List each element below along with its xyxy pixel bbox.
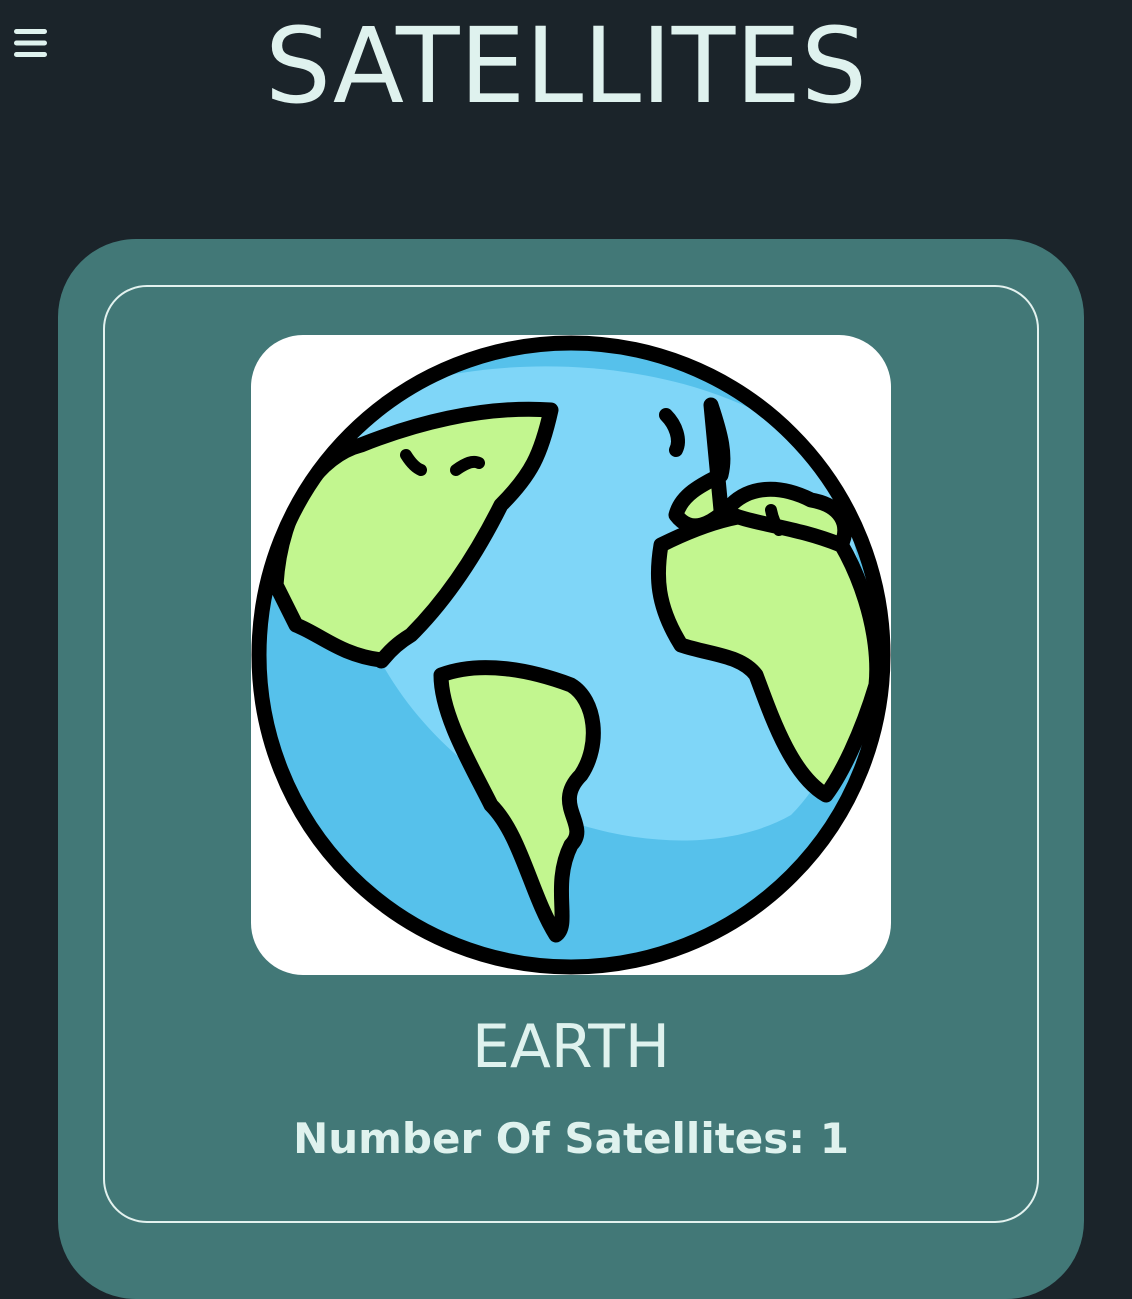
planet-name: EARTH xyxy=(471,1012,671,1082)
planet-image xyxy=(251,335,891,975)
planet-card-frame: EARTH Number Of Satellites: 1 xyxy=(103,285,1039,1223)
earth-globe-icon xyxy=(251,335,891,975)
page-title: SATELLITES xyxy=(264,5,868,127)
planet-card[interactable]: EARTH Number Of Satellites: 1 xyxy=(58,239,1084,1299)
satellite-count: Number Of Satellites: 1 xyxy=(293,1114,849,1163)
